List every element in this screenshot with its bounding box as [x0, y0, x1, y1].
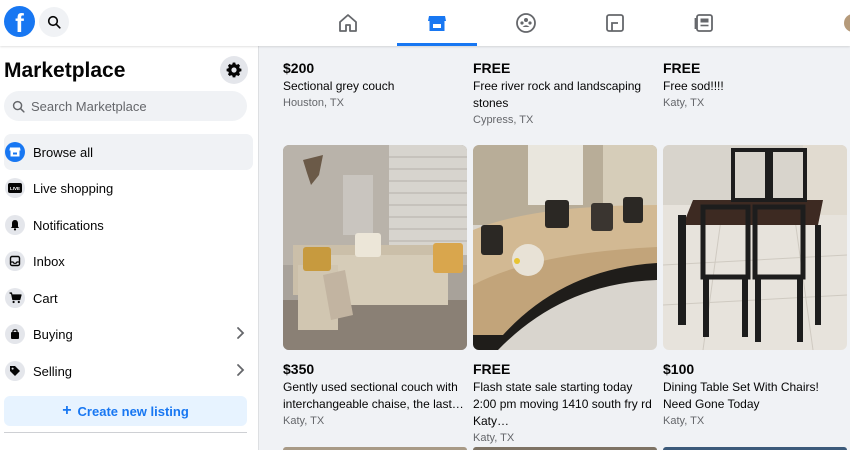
listing-price: $100	[663, 361, 695, 377]
listing-location: Katy, TX	[663, 415, 705, 427]
listing-price: FREE	[473, 60, 511, 76]
sidebar-item-cart[interactable]: Cart	[4, 280, 253, 316]
groups-icon	[516, 13, 536, 33]
sidebar-item-buying[interactable]: Buying	[4, 316, 253, 352]
bag-icon	[5, 324, 25, 344]
sidebar-item-selling[interactable]: Selling	[4, 353, 253, 389]
listing-title: Sectional grey couch	[283, 79, 395, 93]
listing-title: Gently used sectional couch with interch…	[283, 380, 464, 411]
tab-gaming[interactable]	[575, 0, 655, 46]
listing-card[interactable]: FREE Flash state sale starting today 2:0…	[473, 361, 657, 444]
search-input[interactable]	[31, 98, 231, 114]
listing-price: FREE	[473, 361, 511, 377]
top-navigation-bar: f	[0, 0, 850, 46]
inbox-icon	[5, 251, 25, 271]
listing-image-sectional-couch[interactable]	[283, 145, 467, 350]
listing-title: Free sod!!!!	[663, 79, 724, 93]
sidebar-item-live-shopping[interactable]: LIVE Live shopping	[4, 170, 253, 206]
listing-title: Flash state sale starting today 2:00 pm …	[473, 380, 652, 428]
logo-letter: f	[15, 8, 24, 37]
storefront-icon	[5, 142, 25, 162]
listing-card[interactable]: FREE Free river rock and landscaping sto…	[473, 60, 657, 126]
create-listing-label: Create new listing	[77, 403, 189, 419]
sidebar-item-label: Inbox	[33, 253, 65, 269]
sidebar-item-label: Browse all	[33, 144, 93, 160]
listing-location: Katy, TX	[663, 97, 705, 109]
listing-image-curved-sectional[interactable]	[473, 145, 657, 350]
chevron-right-icon	[237, 327, 245, 339]
listing-card[interactable]: FREE Free sod!!!! Katy, TX	[663, 60, 847, 109]
tab-marketplace[interactable]	[397, 0, 477, 46]
listing-card[interactable]: $350 Gently used sectional couch with in…	[283, 361, 467, 427]
sidebar-item-notifications[interactable]: Notifications	[4, 207, 253, 243]
search-icon	[12, 100, 25, 113]
marketplace-icon	[428, 16, 446, 31]
couch-photo	[283, 145, 467, 350]
gaming-icon	[606, 14, 624, 32]
home-icon	[339, 14, 357, 32]
sidebar-item-label: Buying	[33, 326, 73, 342]
tab-news[interactable]	[664, 0, 744, 46]
listing-price: FREE	[663, 60, 701, 76]
listing-location: Cypress, TX	[473, 114, 534, 126]
tab-home[interactable]	[308, 0, 388, 46]
listing-price: $200	[283, 60, 315, 76]
news-icon	[694, 14, 713, 32]
gear-icon	[226, 62, 242, 78]
divider	[4, 432, 247, 433]
listing-location: Katy, TX	[473, 432, 515, 444]
listing-card[interactable]: $200 Sectional grey couch Houston, TX	[283, 60, 467, 109]
listing-location: Houston, TX	[283, 97, 344, 109]
listing-location: Katy, TX	[283, 415, 325, 427]
create-new-listing-button[interactable]: + Create new listing	[4, 396, 247, 426]
profile-avatar[interactable]	[844, 14, 850, 32]
page-title: Marketplace	[4, 59, 126, 82]
plus-icon: +	[62, 402, 72, 419]
marketplace-sidebar: Marketplace Browse all LIVE Live shoppin…	[0, 46, 259, 450]
sidebar-item-label: Cart	[33, 290, 58, 306]
bell-icon	[5, 215, 25, 235]
listing-image-dining-table[interactable]	[663, 145, 847, 350]
cart-icon	[5, 288, 25, 308]
tab-groups[interactable]	[486, 0, 566, 46]
live-icon: LIVE	[5, 178, 25, 198]
chevron-right-icon	[237, 364, 245, 376]
sidebar-item-inbox[interactable]: Inbox	[4, 243, 253, 279]
listing-title: Free river rock and landscaping stones	[473, 79, 642, 110]
search-marketplace-field[interactable]	[4, 91, 247, 121]
sidebar-item-browse-all[interactable]: Browse all	[4, 134, 253, 170]
facebook-logo[interactable]: f	[4, 6, 35, 37]
settings-button[interactable]	[220, 56, 248, 84]
listing-title: Dining Table Set With Chairs! Need Gone …	[663, 380, 819, 411]
tag-icon	[5, 361, 25, 381]
sidebar-item-label: Notifications	[33, 217, 104, 233]
listing-card[interactable]: $100 Dining Table Set With Chairs! Need …	[663, 361, 847, 427]
sidebar-item-label: Live shopping	[33, 180, 114, 196]
svg-text:LIVE: LIVE	[10, 186, 20, 191]
search-icon	[47, 15, 61, 29]
listing-price: $350	[283, 361, 315, 377]
sidebar-item-label: Selling	[33, 363, 73, 379]
search-button[interactable]	[39, 7, 69, 37]
table-photo	[663, 145, 847, 350]
couch-photo	[473, 145, 657, 350]
